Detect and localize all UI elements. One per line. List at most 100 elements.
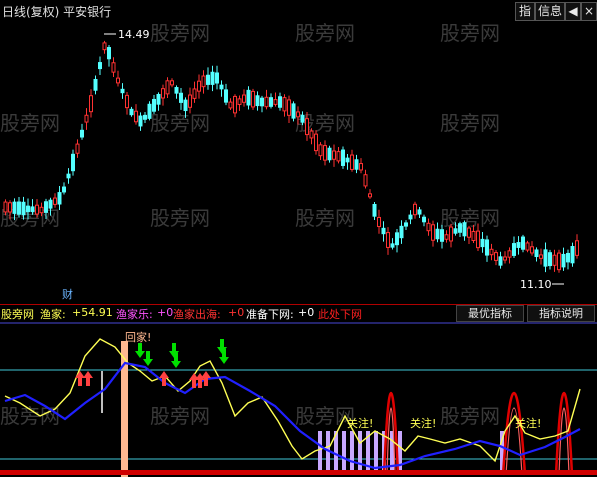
yujiachuhai-value: +0 [228, 306, 245, 319]
xiawang-trailing: 此处下网 [318, 308, 362, 321]
indicator-help-button[interactable]: 指标说明 [527, 305, 595, 322]
guan-zhu-label: 关注! [410, 416, 436, 430]
candle-body [12, 201, 17, 214]
candle-body [260, 97, 264, 107]
candle-body [84, 114, 89, 123]
candle-body [561, 253, 566, 268]
lavender-bar [318, 431, 322, 475]
lavender-bar [342, 431, 346, 475]
candle-body [345, 157, 350, 163]
candle-body [498, 256, 503, 266]
candle-body [35, 204, 39, 215]
watermark: 股旁网 [295, 206, 355, 230]
yujia-line [4, 338, 581, 463]
site-label: 股旁网 [1, 308, 34, 321]
candle-body [80, 129, 84, 138]
candle-body [264, 96, 269, 108]
candle-body [215, 72, 219, 84]
candle-body [197, 80, 201, 92]
candle-body [530, 246, 534, 254]
candle-body [458, 223, 462, 233]
candle-body [395, 232, 399, 246]
candle-body [183, 99, 188, 112]
candle-body [489, 248, 494, 256]
yujia-label: 渔家: [40, 308, 66, 321]
watermark: 股旁网 [150, 404, 210, 428]
candle-body [332, 150, 336, 160]
info-button[interactable]: 信息 [535, 2, 565, 21]
back-arrow-icon[interactable]: ◀ [565, 2, 581, 21]
candle-body [201, 75, 206, 88]
candle-body [525, 242, 530, 251]
yujia-value: +54.91 [72, 306, 113, 319]
candle-body [566, 252, 570, 263]
candle-body [138, 115, 143, 127]
guan-zhu-label: 关注! [515, 416, 541, 430]
candle-body [507, 250, 512, 258]
candle-body [287, 99, 291, 116]
candle-body [512, 243, 516, 256]
candle-body [116, 77, 120, 84]
candle-body [17, 201, 21, 215]
candle-body [107, 47, 111, 60]
candle-body [26, 205, 30, 213]
candle-body [314, 133, 318, 152]
lavender-bar [350, 431, 354, 475]
candle-body [269, 97, 273, 107]
candle-body [543, 249, 548, 267]
candle-body [359, 163, 363, 171]
price-chart: 股旁网 股旁网 股旁网 股旁网 股旁网 股旁网 股旁网 股旁网 股旁网 股旁网 … [0, 22, 579, 301]
candle-body [233, 95, 237, 114]
candle-body [273, 99, 278, 105]
candle-body [363, 174, 368, 187]
watermark: 股旁网 [150, 22, 210, 45]
candle-body [152, 98, 156, 112]
candle-body [165, 80, 170, 95]
candle-body [75, 143, 80, 154]
candle-body [147, 103, 152, 119]
candle-body [291, 103, 296, 119]
candle-body [462, 222, 467, 237]
candle-body [8, 202, 12, 213]
candle-body [143, 114, 147, 120]
finance-marker[interactable]: 财 [62, 287, 73, 301]
candle-body [44, 201, 48, 213]
candle-body [485, 239, 489, 256]
buy-arrow-icon [83, 371, 93, 386]
candle-body [98, 62, 102, 70]
best-indicator-button[interactable]: 最优指标 [456, 305, 524, 322]
zhunbeixiawang-label: 准备下网: [246, 308, 294, 321]
candle-body [219, 84, 224, 90]
close-icon[interactable]: × [581, 2, 597, 21]
candle-body [305, 118, 309, 136]
guan-zhu-label: 关注! [347, 416, 373, 430]
candle-body [381, 227, 386, 235]
candle-body [503, 256, 507, 261]
candle-body [327, 147, 332, 161]
watermark: 股旁网 [150, 111, 210, 135]
chart-title: 日线(复权) 平安银行 [2, 5, 112, 19]
zhunbeixiawang-value: +0 [298, 306, 315, 319]
indicator-chart: 股旁网 股旁网 股旁网 股旁网 回家! 关注! 关注! 关注! [0, 322, 597, 477]
candle-body [516, 242, 521, 248]
watermark: 股旁网 [440, 206, 500, 230]
watermark: 股旁网 [0, 404, 60, 428]
candle-body [341, 149, 345, 166]
watermark: 股旁网 [150, 206, 210, 230]
candle-body [548, 252, 552, 267]
candle-body [476, 230, 480, 249]
candle-body [467, 227, 471, 238]
candle-body [21, 201, 26, 216]
candle-body [188, 94, 192, 108]
candle-body [449, 226, 453, 242]
candle-body [174, 87, 179, 94]
candle-body [318, 144, 323, 157]
candle-body [255, 95, 260, 107]
candle-body [386, 232, 390, 248]
candle-body [557, 252, 561, 271]
candle-body [129, 108, 134, 116]
watermark: 股旁网 [295, 404, 355, 428]
lavender-bars [318, 431, 504, 475]
candle-body [539, 254, 543, 259]
indicator-button[interactable]: 指 [515, 2, 535, 21]
